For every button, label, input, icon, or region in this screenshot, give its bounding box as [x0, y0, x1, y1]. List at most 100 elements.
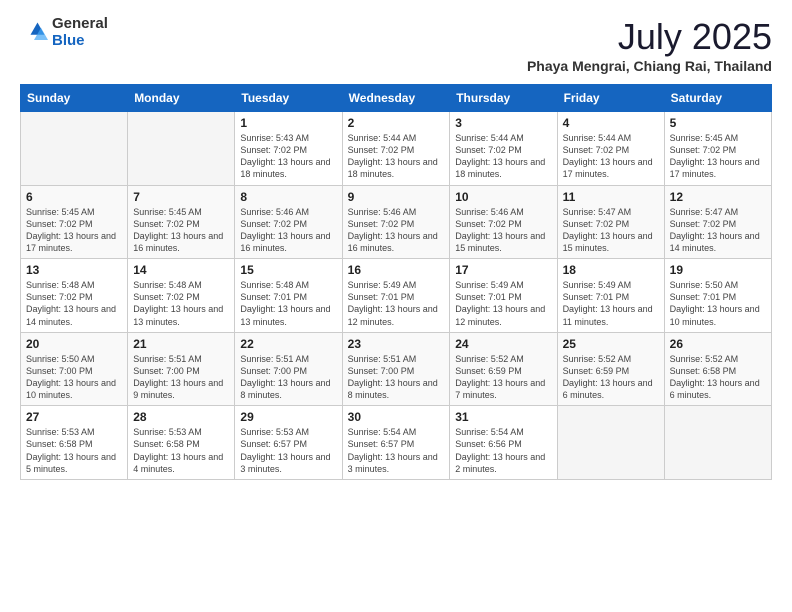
calendar-cell: 13Sunrise: 5:48 AM Sunset: 7:02 PM Dayli… [21, 259, 128, 333]
day-content: Sunrise: 5:51 AM Sunset: 7:00 PM Dayligh… [348, 353, 445, 402]
day-number: 17 [455, 263, 551, 277]
calendar-cell: 2 Sunrise: 5:44 AM Sunset: 7:02 PM Daylig… [342, 112, 450, 186]
calendar-cell: 14 Sunrise: 5:48 AM Sunset: 7:02 PM Dayli… [128, 259, 235, 333]
day-number: 9 [348, 190, 445, 204]
day-content: Sunrise: 5:46 AM Sunset: 7:02 PM Dayligh… [240, 206, 336, 255]
calendar-cell: 4 Sunrise: 5:44 AM Sunset: 7:02 PM Daylig… [557, 112, 664, 186]
weekday-header-friday: Friday [557, 85, 664, 112]
day-number: 19 [670, 263, 766, 277]
calendar-header-row: SundayMondayTuesdayWednesdayThursdayFrid… [21, 85, 772, 112]
day-number: 13 [26, 263, 122, 277]
calendar-cell: 19 Sunrise: 5:50 AM Sunset: 7:01 PM Dayli… [664, 259, 771, 333]
location-subtitle: Phaya Mengrai, Chiang Rai, Thailand [527, 58, 772, 74]
calendar-cell: 20Sunrise: 5:50 AM Sunset: 7:00 PM Dayli… [21, 332, 128, 406]
day-number: 1 [240, 116, 336, 130]
day-number: 15 [240, 263, 336, 277]
logo-blue: Blue [52, 33, 108, 50]
day-content: Sunrise: 5:49 AM Sunset: 7:01 PM Dayligh… [563, 279, 659, 328]
calendar-cell: 26 Sunrise: 5:52 AM Sunset: 6:58 PM Dayli… [664, 332, 771, 406]
day-number: 28 [133, 410, 229, 424]
weekday-header-wednesday: Wednesday [342, 85, 450, 112]
day-content: Sunrise: 5:49 AM Sunset: 7:01 PM Dayligh… [348, 279, 445, 328]
day-content: Sunrise: 5:47 AM Sunset: 7:02 PM Dayligh… [563, 206, 659, 255]
calendar-cell [128, 112, 235, 186]
day-number: 2 [348, 116, 445, 130]
day-content: Sunrise: 5:43 AM Sunset: 7:02 PM Dayligh… [240, 132, 336, 181]
day-content: Sunrise: 5:45 AM Sunset: 7:02 PM Dayligh… [670, 132, 766, 181]
calendar-cell: 25Sunrise: 5:52 AM Sunset: 6:59 PM Dayli… [557, 332, 664, 406]
calendar-cell [21, 112, 128, 186]
day-content: Sunrise: 5:52 AM Sunset: 6:59 PM Dayligh… [455, 353, 551, 402]
day-number: 18 [563, 263, 659, 277]
weekday-header-saturday: Saturday [664, 85, 771, 112]
day-number: 20 [26, 337, 122, 351]
calendar-cell: 3Sunrise: 5:44 AM Sunset: 7:02 PM Daylig… [450, 112, 557, 186]
weekday-header-monday: Monday [128, 85, 235, 112]
day-number: 4 [563, 116, 659, 130]
day-content: Sunrise: 5:52 AM Sunset: 6:59 PM Dayligh… [563, 353, 659, 402]
day-number: 26 [670, 337, 766, 351]
day-number: 21 [133, 337, 229, 351]
weekday-header-sunday: Sunday [21, 85, 128, 112]
day-content: Sunrise: 5:53 AM Sunset: 6:58 PM Dayligh… [26, 426, 122, 475]
day-number: 10 [455, 190, 551, 204]
calendar-cell: 21 Sunrise: 5:51 AM Sunset: 7:00 PM Dayli… [128, 332, 235, 406]
day-number: 14 [133, 263, 229, 277]
day-number: 27 [26, 410, 122, 424]
calendar-cell: 1 Sunrise: 5:43 AM Sunset: 7:02 PM Daylig… [235, 112, 342, 186]
day-number: 7 [133, 190, 229, 204]
day-content: Sunrise: 5:54 AM Sunset: 6:57 PM Dayligh… [348, 426, 445, 475]
calendar-cell: 15 Sunrise: 5:48 AM Sunset: 7:01 PM Dayli… [235, 259, 342, 333]
day-content: Sunrise: 5:54 AM Sunset: 6:56 PM Dayligh… [455, 426, 551, 475]
day-content: Sunrise: 5:51 AM Sunset: 7:00 PM Dayligh… [133, 353, 229, 402]
day-content: Sunrise: 5:48 AM Sunset: 7:01 PM Dayligh… [240, 279, 336, 328]
calendar-cell: 28 Sunrise: 5:53 AM Sunset: 6:58 PM Dayli… [128, 406, 235, 480]
day-content: Sunrise: 5:45 AM Sunset: 7:02 PM Dayligh… [133, 206, 229, 255]
logo: General Blue [20, 16, 108, 49]
calendar-cell: 7 Sunrise: 5:45 AM Sunset: 7:02 PM Daylig… [128, 185, 235, 259]
day-content: Sunrise: 5:47 AM Sunset: 7:02 PM Dayligh… [670, 206, 766, 255]
calendar-cell: 9 Sunrise: 5:46 AM Sunset: 7:02 PM Daylig… [342, 185, 450, 259]
calendar-cell: 29 Sunrise: 5:53 AM Sunset: 6:57 PM Dayli… [235, 406, 342, 480]
calendar-cell: 23 Sunrise: 5:51 AM Sunset: 7:00 PM Dayli… [342, 332, 450, 406]
day-number: 5 [670, 116, 766, 130]
calendar-cell: 31Sunrise: 5:54 AM Sunset: 6:56 PM Dayli… [450, 406, 557, 480]
calendar-cell: 12Sunrise: 5:47 AM Sunset: 7:02 PM Dayli… [664, 185, 771, 259]
logo-icon [20, 19, 48, 47]
month-title: July 2025 [527, 16, 772, 58]
day-content: Sunrise: 5:49 AM Sunset: 7:01 PM Dayligh… [455, 279, 551, 328]
calendar-cell: 18 Sunrise: 5:49 AM Sunset: 7:01 PM Dayli… [557, 259, 664, 333]
day-content: Sunrise: 5:52 AM Sunset: 6:58 PM Dayligh… [670, 353, 766, 402]
day-number: 29 [240, 410, 336, 424]
calendar-week-1: 1 Sunrise: 5:43 AM Sunset: 7:02 PM Daylig… [21, 112, 772, 186]
calendar-cell: 8 Sunrise: 5:46 AM Sunset: 7:02 PM Daylig… [235, 185, 342, 259]
day-content: Sunrise: 5:51 AM Sunset: 7:00 PM Dayligh… [240, 353, 336, 402]
calendar-cell: 17 Sunrise: 5:49 AM Sunset: 7:01 PM Dayli… [450, 259, 557, 333]
day-content: Sunrise: 5:53 AM Sunset: 6:58 PM Dayligh… [133, 426, 229, 475]
day-content: Sunrise: 5:48 AM Sunset: 7:02 PM Dayligh… [133, 279, 229, 328]
day-number: 3 [455, 116, 551, 130]
weekday-header-thursday: Thursday [450, 85, 557, 112]
day-content: Sunrise: 5:53 AM Sunset: 6:57 PM Dayligh… [240, 426, 336, 475]
calendar-cell: 30Sunrise: 5:54 AM Sunset: 6:57 PM Dayli… [342, 406, 450, 480]
day-number: 8 [240, 190, 336, 204]
weekday-header-tuesday: Tuesday [235, 85, 342, 112]
day-content: Sunrise: 5:50 AM Sunset: 7:01 PM Dayligh… [670, 279, 766, 328]
calendar-cell: 5 Sunrise: 5:45 AM Sunset: 7:02 PM Daylig… [664, 112, 771, 186]
calendar-cell: 27 Sunrise: 5:53 AM Sunset: 6:58 PM Dayli… [21, 406, 128, 480]
day-content: Sunrise: 5:46 AM Sunset: 7:02 PM Dayligh… [348, 206, 445, 255]
day-content: Sunrise: 5:46 AM Sunset: 7:02 PM Dayligh… [455, 206, 551, 255]
title-section: July 2025 Phaya Mengrai, Chiang Rai, Tha… [527, 16, 772, 74]
day-number: 16 [348, 263, 445, 277]
day-number: 22 [240, 337, 336, 351]
page-header: General Blue July 2025 Phaya Mengrai, Ch… [20, 16, 772, 74]
day-content: Sunrise: 5:44 AM Sunset: 7:02 PM Dayligh… [563, 132, 659, 181]
logo-text: General Blue [52, 16, 108, 49]
day-content: Sunrise: 5:44 AM Sunset: 7:02 PM Dayligh… [348, 132, 445, 181]
calendar-cell: 6Sunrise: 5:45 AM Sunset: 7:02 PM Daylig… [21, 185, 128, 259]
calendar-cell: 11Sunrise: 5:47 AM Sunset: 7:02 PM Dayli… [557, 185, 664, 259]
day-number: 23 [348, 337, 445, 351]
calendar-cell [664, 406, 771, 480]
calendar-week-5: 27 Sunrise: 5:53 AM Sunset: 6:58 PM Dayli… [21, 406, 772, 480]
calendar-cell [557, 406, 664, 480]
